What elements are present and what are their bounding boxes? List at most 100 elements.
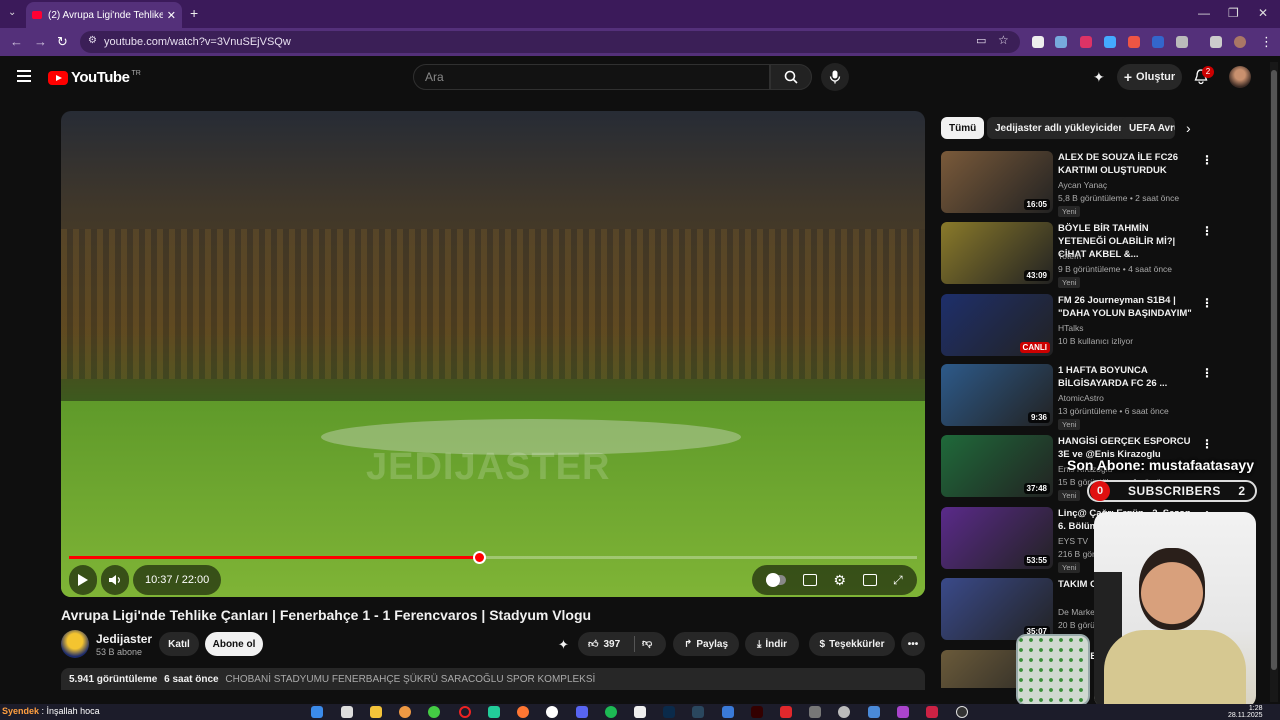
taskbar-app-icon-6[interactable] (897, 706, 909, 718)
page-scrollbar[interactable] (1270, 62, 1278, 702)
extension-icon-4[interactable] (1104, 36, 1116, 48)
extension-icon-3[interactable] (1080, 36, 1092, 48)
tab-search-icon[interactable]: ⌄ (8, 7, 16, 18)
voice-search-button[interactable] (821, 63, 849, 91)
extension-icon-5[interactable] (1128, 36, 1140, 48)
recommendation-title[interactable]: ALEX DE SOUZA İLE FC26 KARTIMI OLUŞTURDU… (1058, 151, 1198, 177)
file-explorer-icon[interactable] (370, 706, 382, 718)
url-field[interactable]: ⚙ youtube.com/watch?v=3VnuSEjVSQw ▭ ☆ (80, 31, 1020, 53)
search-input[interactable]: Ara (413, 64, 770, 90)
recommendation-title[interactable]: FM 26 Journeyman S1B4 | "DAHA YOLUN BAŞI… (1058, 294, 1198, 320)
recommendation-channel[interactable]: Totem (1058, 251, 1081, 261)
recommendation-thumbnail[interactable]: 35:07 (941, 578, 1053, 640)
recommendation-channel[interactable]: EYS TV (1058, 536, 1088, 546)
chrome-icon[interactable] (399, 706, 411, 718)
bookmark-star-icon[interactable]: ☆ (998, 33, 1009, 47)
join-button[interactable]: Katıl (159, 632, 199, 656)
channel-avatar[interactable] (61, 630, 89, 658)
steam-icon[interactable] (692, 706, 704, 718)
extensions-puzzle-icon[interactable] (1176, 36, 1188, 48)
new-tab-button[interactable]: + (190, 5, 198, 21)
description-box[interactable]: 5.941 görüntüleme 6 saat önce CHOBANİ ST… (61, 668, 925, 690)
minimize-button[interactable]: — (1198, 6, 1210, 20)
capcut-icon[interactable] (634, 706, 646, 718)
photoshop-icon[interactable] (663, 706, 675, 718)
scrubber-handle[interactable] (472, 551, 486, 564)
recommendation-menu-icon[interactable]: ⋮ (1201, 366, 1213, 380)
recommendation-item[interactable]: CANLI FM 26 Journeyman S1B4 | "DAHA YOLUN… (941, 294, 1271, 356)
thanks-button[interactable]: $ Teşekkürler (809, 632, 895, 656)
studio-gift-icon[interactable]: ✦ (1093, 69, 1105, 86)
taskbar-app-icon-1[interactable] (341, 706, 353, 718)
forward-icon[interactable]: → (34, 34, 47, 49)
hamburger-menu-icon[interactable] (17, 70, 31, 82)
chip-uploader[interactable]: Jedijaster adlı yükleyiciden (987, 117, 1133, 139)
more-actions-button[interactable]: ••• (901, 632, 925, 656)
illustrator-icon[interactable] (751, 706, 763, 718)
recommendation-channel[interactable]: Aycan Yanaç (1058, 180, 1107, 190)
extension-icon-6[interactable] (1152, 36, 1164, 48)
subtitles-icon[interactable] (802, 574, 817, 586)
share-button[interactable]: ↱ Paylaş (673, 632, 739, 656)
taskbar-app-icon-4[interactable] (809, 706, 821, 718)
volume-button[interactable] (101, 565, 129, 595)
gift-icon[interactable]: ✦ (558, 637, 569, 653)
scrollbar-thumb[interactable] (1271, 70, 1277, 670)
taskbar-app-icon-5[interactable] (868, 706, 880, 718)
recommendation-thumbnail[interactable]: 16:05 (941, 151, 1053, 213)
reading-list-icon[interactable] (1210, 36, 1222, 48)
recommendation-thumbnail[interactable]: 53:55 (941, 507, 1053, 569)
location-link[interactable]: CHOBANİ STADYUMU FENERBAHÇE ŞÜKRÜ SARACO… (225, 674, 595, 685)
discord-icon[interactable] (576, 706, 588, 718)
subscribe-button[interactable]: Abone ol (205, 632, 263, 656)
obs-icon[interactable] (956, 706, 968, 718)
channel-name[interactable]: Jedijaster (96, 632, 152, 646)
recommendation-thumbnail[interactable]: CANLI (941, 294, 1053, 356)
autoplay-toggle[interactable] (766, 573, 787, 587)
reload-icon[interactable]: ↻ (57, 34, 68, 50)
extension-icon-2[interactable] (1055, 36, 1067, 48)
settings-gear-icon[interactable]: ⚙ (833, 572, 846, 589)
start-windows-icon[interactable] (311, 706, 323, 718)
account-avatar[interactable] (1229, 66, 1251, 88)
extension-icon-1[interactable] (1032, 36, 1044, 48)
chip-uefa[interactable]: UEFA Avrupa (1121, 117, 1175, 139)
progress-bar[interactable] (69, 551, 917, 564)
recommendation-menu-icon[interactable]: ⋮ (1201, 437, 1213, 451)
spotify-icon[interactable] (605, 706, 617, 718)
taskbar-clock[interactable]: 1:28 28.11.2025 (1228, 705, 1263, 719)
recommendation-item[interactable]: 43:09 BÖYLE BİR TAHMİN YETENEĞİ OLABİLİR … (941, 222, 1271, 288)
yandex-icon[interactable] (546, 706, 558, 718)
recommendation-thumbnail[interactable]: 9:36 (941, 364, 1053, 426)
recommendation-channel[interactable]: AtomicAstro (1058, 393, 1104, 403)
recommendation-channel[interactable]: HTalks (1058, 323, 1084, 333)
taskbar-status[interactable]: Syendek : İnşallah hoca (2, 706, 100, 716)
profile-icon[interactable] (1234, 36, 1246, 48)
recommendation-menu-icon[interactable]: ⋮ (1201, 296, 1213, 310)
close-window-button[interactable]: ✕ (1258, 6, 1268, 20)
site-info-icon[interactable]: ⚙ (88, 35, 97, 46)
youtube-logo[interactable]: YouTube TR (48, 69, 141, 86)
browser-tab-active[interactable]: (2) Avrupa Ligi'nde Tehlike Çanl ✕ (26, 2, 182, 28)
recommendation-thumbnail[interactable]: 43:09 (941, 222, 1053, 284)
chip-all[interactable]: Tümü (941, 117, 985, 139)
taskbar-app-icon-2[interactable] (488, 706, 500, 718)
tab-close-icon[interactable]: ✕ (167, 9, 176, 22)
recommendation-channel[interactable]: De Marke (1058, 607, 1095, 617)
recommendation-item[interactable]: 16:05 ALEX DE SOUZA İLE FC26 KARTIMI OLUŞ… (941, 151, 1271, 217)
video-player[interactable]: JEDIJASTER 10:37 / 22:00 ⚙ ⤢ (61, 111, 925, 597)
search-button[interactable] (770, 64, 812, 90)
recommendation-item[interactable]: 9:36 1 HAFTA BOYUNCA BİLGİSAYARDA FC 26 .… (941, 364, 1271, 430)
recommendation-menu-icon[interactable]: ⋮ (1201, 224, 1213, 238)
fullscreen-icon[interactable]: ⤢ (893, 573, 903, 588)
chrome-alt-icon[interactable] (428, 706, 440, 718)
acrobat-icon[interactable] (780, 706, 792, 718)
play-button[interactable] (69, 565, 97, 595)
dislike-button[interactable]: 👎︎ (642, 637, 652, 649)
maximize-button[interactable]: ❐ (1228, 6, 1239, 20)
taskbar-app-icon-7[interactable] (926, 706, 938, 718)
back-icon[interactable]: ← (10, 34, 23, 49)
create-button[interactable]: + Oluştur (1117, 64, 1182, 90)
download-button[interactable]: ⤓ İndir (745, 632, 799, 656)
recommendation-thumbnail[interactable]: 37:48 (941, 435, 1053, 497)
